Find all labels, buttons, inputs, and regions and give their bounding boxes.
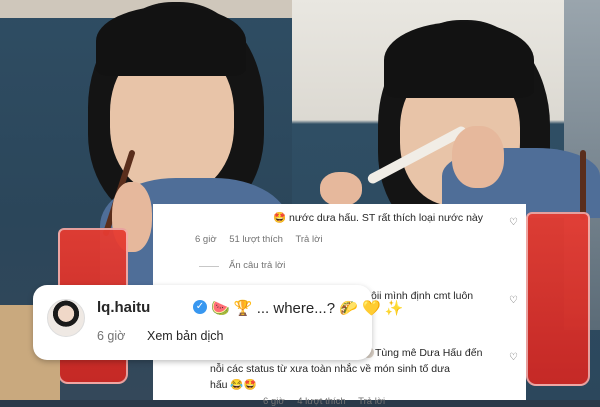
comment-1-reply[interactable]: Trả lời xyxy=(295,234,322,245)
bangs-right xyxy=(384,22,534,98)
comment-2-heart-icon[interactable]: ♡ xyxy=(509,295,518,306)
comment-1-likes[interactable]: 51 lượt thích xyxy=(229,234,283,245)
comment-3-line1: Tùng mê Dưa Hấu đến xyxy=(375,347,483,359)
bangs-left xyxy=(96,6,246,76)
highlight-comment[interactable]: lq.haitu ✓ 🍉 🏆 ... where...? 🌮 💛 ✨ 6 giờ… xyxy=(33,285,404,360)
comment-1-time: 6 giờ xyxy=(195,234,217,245)
username[interactable]: lq.haitu xyxy=(97,299,150,316)
bottom-meta: 6 giờ 4 lượt thích Trả lời xyxy=(263,396,395,407)
cup-right xyxy=(526,212,590,386)
comment-3-heart-icon[interactable]: ♡ xyxy=(509,352,518,363)
bottom-time: 6 giờ xyxy=(263,396,285,407)
see-translation-link[interactable]: Xem bản dịch xyxy=(147,329,223,343)
straw-right xyxy=(580,150,586,220)
bottom-reply[interactable]: Trả lời xyxy=(358,396,385,407)
bottom-likes[interactable]: 4 lượt thích xyxy=(297,396,346,407)
hide-replies-line xyxy=(199,266,219,267)
highlight-text: 🍉 🏆 ... where...? 🌮 💛 ✨ xyxy=(211,300,404,317)
comment-1-meta: 6 giờ 51 lượt thích Trả lời xyxy=(195,234,332,245)
hand-right-2 xyxy=(452,126,504,188)
hide-replies[interactable]: Ẩn câu trả lời xyxy=(229,260,285,271)
avatar[interactable] xyxy=(47,299,85,337)
highlight-time: 6 giờ xyxy=(97,329,126,343)
comment-3-line3: hấu 😂🤩 xyxy=(210,379,257,391)
comment-3-line2: nỗi các status từ xưa toàn nhắc về món s… xyxy=(210,363,450,375)
comment-1-text: 🤩 nước dưa hấu. ST rất thích loại nước n… xyxy=(273,212,483,224)
hand-right-1 xyxy=(320,172,362,206)
verified-badge-icon: ✓ xyxy=(193,300,207,314)
comment-1-heart-icon[interactable]: ♡ xyxy=(509,217,518,228)
